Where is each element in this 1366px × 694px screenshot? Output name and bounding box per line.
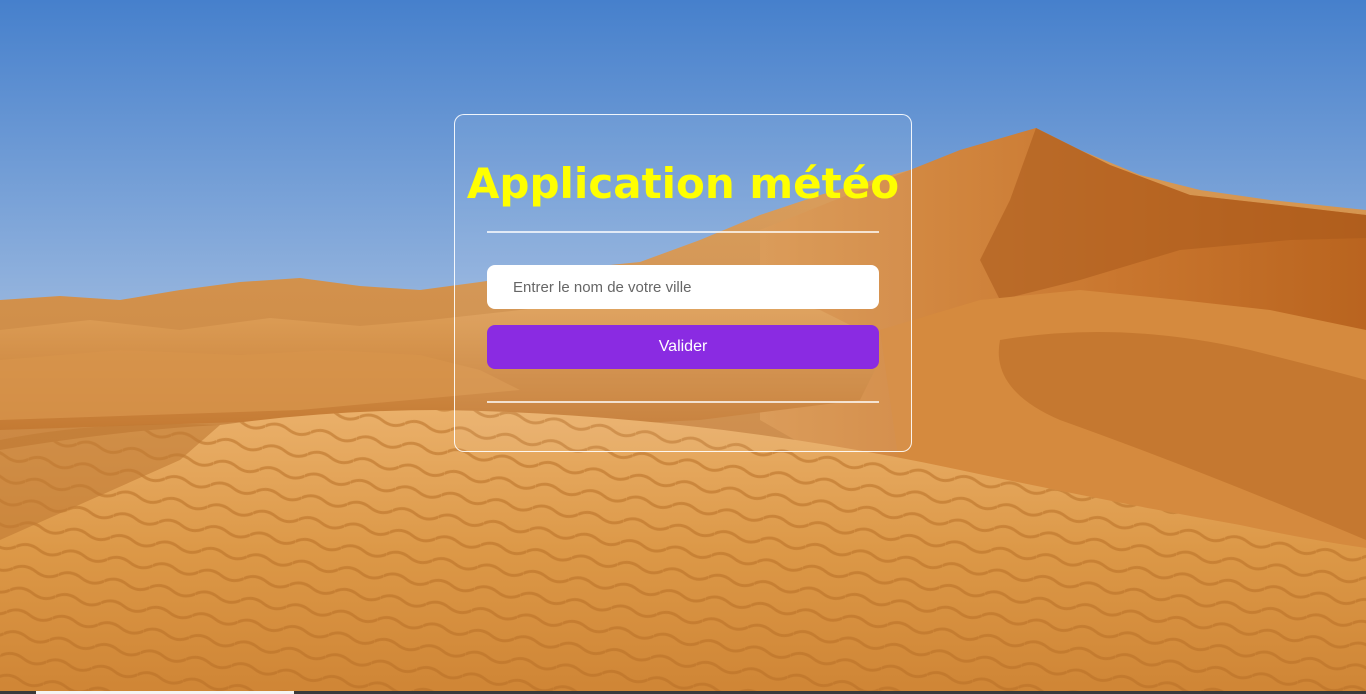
- top-divider: [487, 231, 879, 233]
- submit-button[interactable]: Valider: [487, 325, 879, 369]
- app-title: Application météo: [466, 159, 900, 208]
- weather-form-card: Application météo Valider: [454, 114, 912, 452]
- city-search-input[interactable]: [487, 265, 879, 309]
- bottom-divider: [487, 401, 879, 403]
